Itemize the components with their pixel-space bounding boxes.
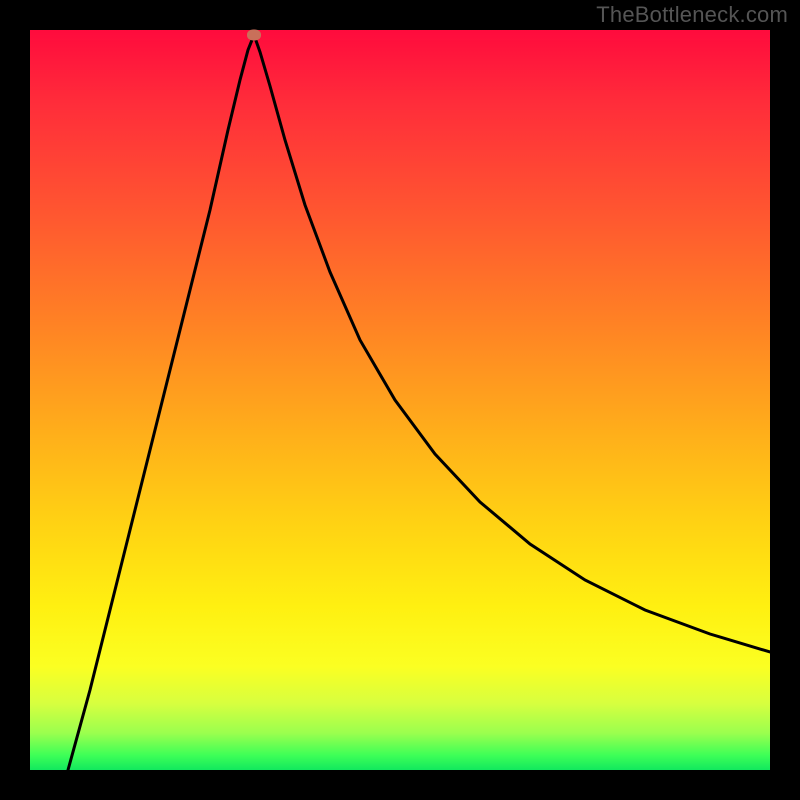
bottleneck-curve [68,35,770,770]
chart-frame: TheBottleneck.com [0,0,800,800]
minimum-marker [247,30,261,41]
watermark-text: TheBottleneck.com [596,2,788,28]
plot-area [30,30,770,770]
curve-svg [30,30,770,770]
